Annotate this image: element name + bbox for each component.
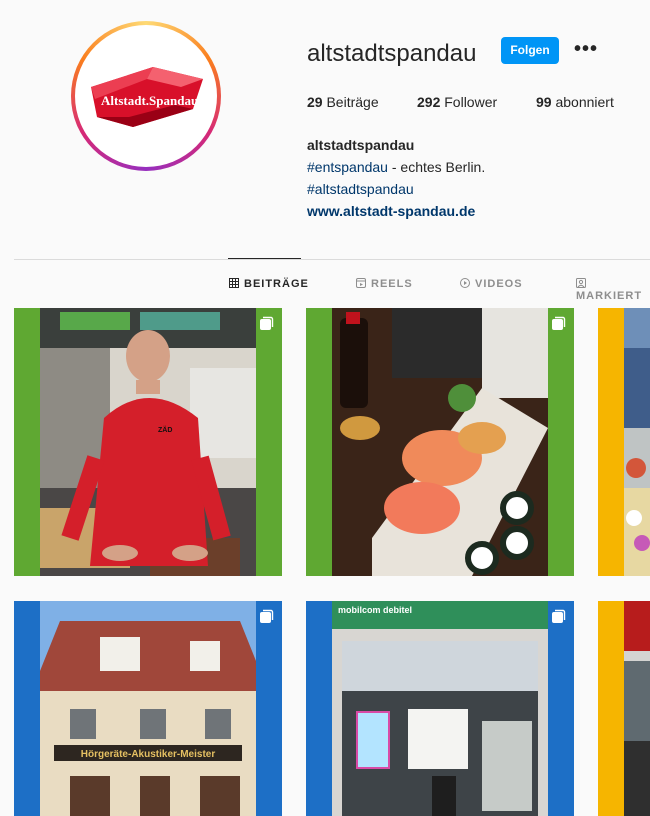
bio-name: altstadtspandau xyxy=(307,137,415,153)
multiple-images-icon xyxy=(552,609,566,623)
following-count: 99 xyxy=(536,94,552,110)
post-photo: mobilcom debitel xyxy=(332,601,548,816)
tab-tagged[interactable]: MARKIERT xyxy=(576,278,650,302)
tab-tagged-label: MARKIERT xyxy=(576,290,643,302)
website-link[interactable]: www.altstadt-spandau.de xyxy=(307,200,485,222)
tab-videos-label: VIDEOS xyxy=(475,278,523,290)
avatar-inner: Altstadt.Spandau xyxy=(75,25,217,167)
multiple-images-icon xyxy=(260,609,274,623)
profile-username: altstadtspandau xyxy=(307,40,477,67)
post-photo: Hörgeräte-Akustiker-Meister xyxy=(40,601,256,816)
post-thumbnail[interactable]: Hörgeräte-Akustiker-Meister xyxy=(14,601,282,816)
multiple-images-icon xyxy=(260,316,274,330)
posts-label: Beiträge xyxy=(326,94,379,110)
posts-count: 29 xyxy=(307,94,323,110)
hashtag-link[interactable]: #entspandau xyxy=(307,159,388,175)
followers-label: Follower xyxy=(444,94,498,110)
post-thumbnail[interactable] xyxy=(598,601,650,816)
profile-bio: altstadtspandau #entspandau - echtes Ber… xyxy=(307,134,485,222)
post-photo: ZÄD xyxy=(40,308,256,576)
reels-icon xyxy=(356,278,366,288)
followers-stat[interactable]: 292 Follower xyxy=(417,94,497,110)
tab-reels-label: REELS xyxy=(371,278,413,290)
following-label: abonniert xyxy=(555,94,614,110)
post-photo xyxy=(624,601,650,816)
post-thumbnail[interactable]: ZÄD xyxy=(14,308,282,576)
grid-icon xyxy=(229,278,239,288)
multiple-images-icon xyxy=(552,316,566,330)
follow-button[interactable]: Folgen xyxy=(501,37,559,64)
more-options-button[interactable]: ••• xyxy=(574,38,598,61)
bio-line-1: #entspandau - echtes Berlin. xyxy=(307,156,485,178)
tab-videos[interactable]: VIDEOS xyxy=(460,278,523,290)
hashtag-link-2[interactable]: #altstadtspandau xyxy=(307,178,485,200)
svg-text:ZÄD: ZÄD xyxy=(158,426,172,434)
bio-text: - echtes Berlin. xyxy=(387,159,486,175)
active-tab-indicator xyxy=(228,258,301,259)
profile-avatar[interactable]: Altstadt.Spandau xyxy=(71,21,221,171)
tab-posts[interactable]: BEITRÄGE xyxy=(229,278,309,290)
following-stat[interactable]: 99 abonniert xyxy=(536,94,614,110)
play-icon xyxy=(460,278,470,288)
tab-posts-label: BEITRÄGE xyxy=(244,278,309,290)
svg-text:Altstadt.Spandau: Altstadt.Spandau xyxy=(101,93,198,108)
tab-reels[interactable]: REELS xyxy=(356,278,413,290)
followers-count: 292 xyxy=(417,94,441,110)
post-thumbnail[interactable]: mobilcom debitel xyxy=(306,601,574,816)
post-thumbnail[interactable] xyxy=(598,308,650,576)
post-thumbnail[interactable] xyxy=(306,308,574,576)
posts-stat: 29 Beiträge xyxy=(307,94,379,110)
post-photo xyxy=(332,308,548,576)
post-photo xyxy=(624,308,650,576)
tabs-divider xyxy=(14,259,650,260)
post-sign-text: Hörgeräte-Akustiker-Meister xyxy=(81,749,216,760)
altstadt-spandau-logo: Altstadt.Spandau xyxy=(91,67,203,127)
post-sign-text: mobilcom debitel xyxy=(338,605,412,615)
tag-icon xyxy=(576,278,586,288)
